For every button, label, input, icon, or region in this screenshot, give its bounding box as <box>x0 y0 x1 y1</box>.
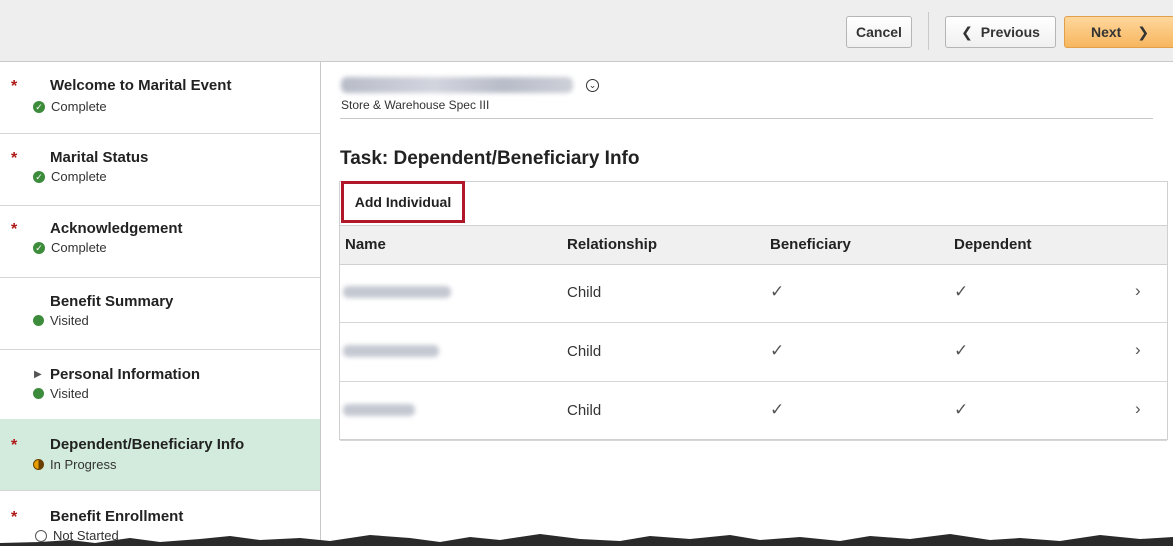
beneficiary-check-icon: ✓ <box>770 282 785 301</box>
column-header-name: Name <box>345 236 386 253</box>
cancel-button[interactable]: Cancel <box>846 16 912 48</box>
relationship-cell: Child <box>567 402 602 419</box>
status-label: Visited <box>50 386 89 401</box>
column-header-beneficiary: Beneficiary <box>770 236 851 253</box>
job-title: Store & Warehouse Spec III <box>341 98 490 112</box>
table-row[interactable]: Child ✓ ✓ › <box>340 382 1167 441</box>
status-label: Complete <box>51 99 107 114</box>
employee-name-redacted <box>341 77 573 93</box>
chevron-right-icon[interactable]: › <box>1135 281 1141 301</box>
step-status: Visited <box>33 386 89 401</box>
previous-label: Previous <box>980 24 1040 40</box>
sidebar-item-benefit-summary[interactable]: Benefit Summary Visited <box>0 278 320 350</box>
add-individual-button[interactable]: Add Individual <box>341 181 465 223</box>
column-header-relationship: Relationship <box>567 236 658 253</box>
relationship-cell: Child <box>567 343 602 360</box>
dependent-check-icon: ✓ <box>954 341 969 360</box>
dependent-name-redacted <box>343 345 439 357</box>
dependent-name-redacted <box>343 404 415 416</box>
step-status: ✓ Complete <box>33 240 107 255</box>
sidebar-item-label: Acknowledgement <box>50 220 183 237</box>
required-marker: * <box>11 437 18 454</box>
toolbar-divider <box>928 12 929 50</box>
next-button[interactable]: Next ❯ <box>1064 16 1173 48</box>
required-marker: * <box>11 150 18 167</box>
add-individual-label: Add Individual <box>354 194 452 210</box>
top-toolbar: Cancel ❮ Previous Next ❯ <box>0 0 1173 62</box>
dependent-check-icon: ✓ <box>954 400 969 419</box>
previous-button[interactable]: ❮ Previous <box>945 16 1056 48</box>
page-title: Task: Dependent/Beneficiary Info <box>340 148 640 169</box>
sidebar-item-dependent-beneficiary[interactable]: * Dependent/Beneficiary Info In Progress <box>0 419 320 491</box>
required-marker: * <box>11 221 18 238</box>
step-status: ✓ Complete <box>33 99 107 114</box>
cancel-label: Cancel <box>856 24 902 40</box>
check-circle-icon: ✓ <box>33 170 45 183</box>
dependent-name-redacted <box>343 286 451 298</box>
step-status: Visited <box>33 313 89 328</box>
activity-guide-sidebar: * Welcome to Marital Event ✓ Complete * … <box>0 62 321 546</box>
beneficiary-check-icon: ✓ <box>770 400 785 419</box>
required-marker: * <box>11 509 18 526</box>
chevron-down-circle-icon[interactable]: ⌄ <box>586 79 599 92</box>
step-status: In Progress <box>33 457 116 472</box>
sidebar-item-label: Benefit Summary <box>50 293 174 310</box>
expand-arrow-icon[interactable]: ▶ <box>34 369 42 380</box>
sidebar-item-acknowledgement[interactable]: * Acknowledgement ✓ Complete <box>0 206 320 278</box>
status-label: Visited <box>50 313 89 328</box>
green-dot-icon <box>33 388 44 399</box>
sidebar-item-marital-status[interactable]: * Marital Status ✓ Complete <box>0 134 320 206</box>
status-label: In Progress <box>50 457 117 472</box>
check-circle-icon: ✓ <box>33 100 45 113</box>
sidebar-item-label: Marital Status <box>50 149 149 166</box>
sidebar-item-label: Welcome to Marital Event <box>50 77 232 94</box>
sidebar-item-label: Dependent/Beneficiary Info <box>50 436 245 453</box>
table-row[interactable]: Child ✓ ✓ › <box>340 264 1167 323</box>
check-circle-icon: ✓ <box>33 241 45 254</box>
sidebar-item-label: Personal Information <box>50 366 201 383</box>
status-label: Complete <box>51 169 107 184</box>
chevron-right-icon[interactable]: › <box>1135 399 1141 419</box>
step-status: ✓ Complete <box>33 169 107 184</box>
table-row[interactable]: Child ✓ ✓ › <box>340 323 1167 382</box>
chevron-right-icon[interactable]: › <box>1135 340 1141 360</box>
chevron-right-icon: ❯ <box>1137 23 1150 40</box>
column-header-dependent: Dependent <box>954 236 1032 253</box>
torn-edge-decoration <box>0 534 1173 546</box>
next-label: Next <box>1090 24 1122 40</box>
half-circle-icon <box>33 459 44 470</box>
sidebar-item-personal-information[interactable]: ▶ Personal Information Visited <box>0 350 320 422</box>
sidebar-item-welcome[interactable]: * Welcome to Marital Event ✓ Complete <box>0 62 320 134</box>
chevron-left-icon: ❮ <box>961 23 973 40</box>
status-label: Complete <box>51 240 107 255</box>
header-divider <box>340 118 1153 119</box>
beneficiary-check-icon: ✓ <box>770 341 785 360</box>
green-dot-icon <box>33 315 44 326</box>
sidebar-item-label: Benefit Enrollment <box>50 508 184 525</box>
relationship-cell: Child <box>567 284 602 301</box>
grid-header: Name Relationship Beneficiary Dependent <box>340 225 1167 265</box>
dependent-check-icon: ✓ <box>954 282 969 301</box>
required-marker: * <box>11 78 18 95</box>
